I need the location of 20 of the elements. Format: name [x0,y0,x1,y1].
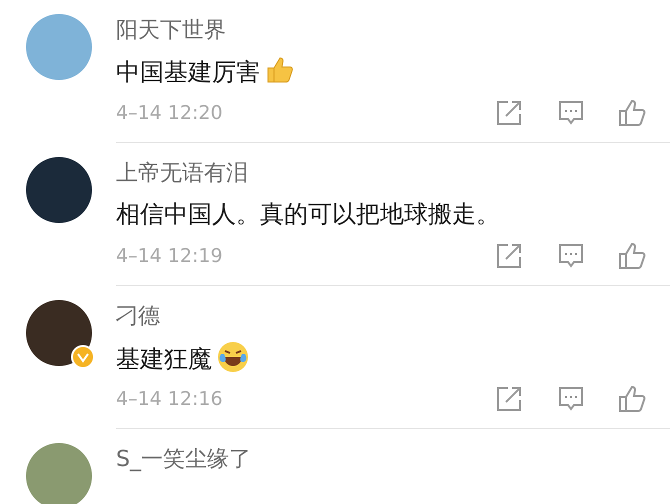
username[interactable]: 阳天下世界 [116,16,670,46]
comment-text: 基建狂魔 [116,345,212,373]
comment-time: 4–14 12:19 [116,244,224,269]
username[interactable]: 刁德 [116,302,670,332]
username[interactable]: 上帝无语有泪 [116,159,670,189]
share-icon[interactable] [496,243,522,269]
share-icon[interactable] [496,100,522,126]
comment-time: 4–14 12:20 [116,100,224,126]
comment-icon[interactable] [558,100,584,126]
username[interactable]: S_一笑尘缘了 [116,445,670,475]
like-icon[interactable] [618,385,646,413]
laughing-crying-emoji-icon [216,340,250,374]
comment-text: 中国基建厉害 [116,58,260,86]
comment-icon[interactable] [558,386,584,412]
comment-icon[interactable] [558,243,584,269]
comment-text: 相信中国人。真的可以把地球搬走。 [116,200,500,228]
like-icon[interactable] [618,242,646,270]
share-icon[interactable] [496,386,522,412]
like-icon[interactable] [618,99,646,127]
comment-time: 4–14 12:16 [116,386,224,412]
